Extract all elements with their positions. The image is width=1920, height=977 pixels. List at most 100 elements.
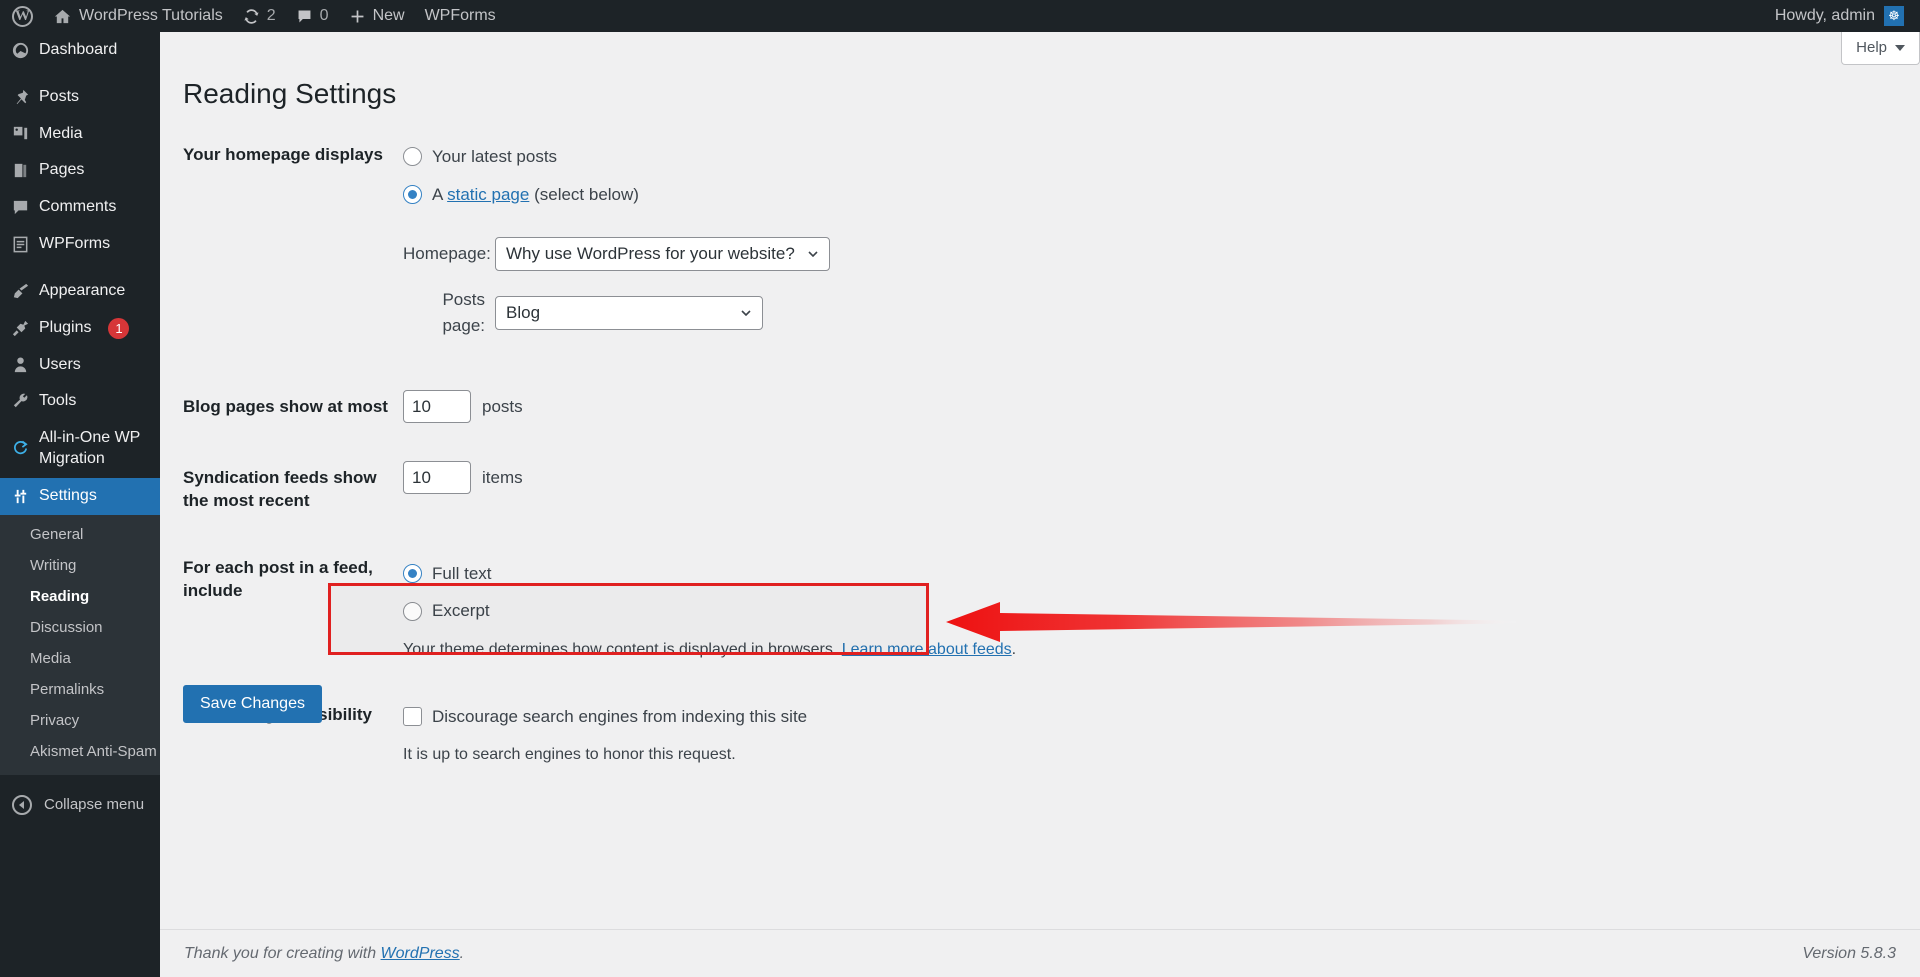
- reading-settings-form: Your homepage displays Your latest posts…: [183, 120, 1883, 785]
- field-blog-pages: 10 posts: [403, 372, 1183, 443]
- sidebar-item-label: Plugins: [39, 318, 92, 336]
- syndication-unit: items: [482, 467, 523, 487]
- sidebar-item-plugins[interactable]: Plugins 1: [0, 310, 160, 347]
- new-label: New: [372, 7, 405, 24]
- row-search-engine-visibility: Search engine visibility Discourage sear…: [183, 680, 1183, 786]
- chevron-down-icon: [808, 251, 818, 257]
- label-blog-pages: Blog pages show at most: [183, 397, 388, 416]
- menu-separator: [0, 69, 160, 79]
- home-icon: [53, 7, 72, 26]
- static-page-link[interactable]: static page: [447, 185, 529, 204]
- new-content-menu[interactable]: New: [339, 0, 415, 32]
- help-button[interactable]: Help: [1841, 32, 1920, 65]
- feed-hint-end: .: [1011, 640, 1017, 658]
- label-syndication-feeds: Syndication feeds show the most recent: [183, 467, 377, 510]
- content-area: Help Reading Settings Your homepage disp…: [160, 32, 1920, 977]
- sidebar-item-pages[interactable]: Pages: [0, 152, 160, 189]
- submenu-item-media[interactable]: Media: [0, 643, 160, 674]
- chevron-down-icon: [1895, 44, 1905, 51]
- account-menu[interactable]: Howdy, admin ☸: [1765, 0, 1920, 32]
- submenu-item-privacy[interactable]: Privacy: [0, 705, 160, 736]
- sidebar-item-settings[interactable]: Settings: [0, 477, 160, 515]
- radio-icon-selected: [403, 564, 422, 584]
- page-icon: [10, 161, 30, 181]
- save-changes-button[interactable]: Save Changes: [183, 685, 322, 724]
- updates-icon: [243, 8, 260, 25]
- sidebar-item-users[interactable]: Users: [0, 347, 160, 384]
- settings-table: Your homepage displays Your latest posts…: [183, 120, 1183, 785]
- sidebar-item-all-in-one-wp-migration[interactable]: All-in-One WP Migration: [0, 420, 160, 478]
- radio-icon: [403, 147, 422, 167]
- homepage-select-label: Homepage:: [403, 244, 491, 264]
- submenu-item-discussion[interactable]: Discussion: [0, 612, 160, 643]
- wpforms-menu[interactable]: WPForms: [415, 0, 506, 32]
- plugins-update-badge: 1: [108, 317, 130, 339]
- site-name-label: WordPress Tutorials: [79, 7, 223, 24]
- admin-footer: Thank you for creating with WordPress. V…: [160, 929, 1920, 977]
- sidebar-item-label: Appearance: [39, 281, 126, 299]
- field-homepage-displays: Your latest posts A static page (select …: [403, 120, 1183, 372]
- comments-count: 0: [319, 7, 329, 24]
- site-name-menu[interactable]: WordPress Tutorials: [43, 0, 233, 32]
- static-prefix: A: [432, 184, 448, 204]
- plus-icon: [349, 8, 366, 25]
- sidebar-item-comments[interactable]: Comments: [0, 189, 160, 226]
- blog-pages-input[interactable]: 10: [403, 390, 471, 423]
- row-syndication-feeds: Syndication feeds show the most recent 1…: [183, 443, 1183, 537]
- red-arrow-annotation: [946, 602, 1516, 642]
- sidebar-item-media[interactable]: Media: [0, 116, 160, 153]
- submenu-item-general[interactable]: General: [0, 519, 160, 550]
- comments-menu[interactable]: 0: [286, 0, 339, 32]
- learn-more-feeds-link[interactable]: Learn more about feeds: [842, 641, 1012, 658]
- wordpress-link[interactable]: WordPress: [381, 945, 460, 962]
- dashboard-icon: [10, 40, 30, 60]
- posts-page-select[interactable]: Blog: [495, 295, 763, 330]
- menu-separator: [0, 263, 160, 273]
- collapse-arrow-icon: [12, 794, 32, 815]
- submenu-item-permalinks[interactable]: Permalinks: [0, 674, 160, 705]
- sidebar-item-posts[interactable]: Posts: [0, 79, 160, 116]
- checkbox-icon: [403, 707, 422, 727]
- sidebar-item-appearance[interactable]: Appearance: [0, 273, 160, 310]
- admin-bar: W WordPress Tutorials 2 0 New WPForms Ho…: [0, 0, 1920, 32]
- submenu-item-writing[interactable]: Writing: [0, 550, 160, 581]
- radio-latest-posts[interactable]: Your latest posts: [403, 144, 1171, 170]
- page-title: Reading Settings: [183, 77, 397, 109]
- radio-latest-posts-label: Your latest posts: [432, 147, 558, 166]
- chevron-down-icon: [741, 309, 751, 316]
- footer-thanks-end: .: [459, 944, 465, 962]
- pin-icon: [10, 87, 30, 107]
- submenu-item-akismet-anti-spam[interactable]: Akismet Anti-Spam: [0, 736, 160, 767]
- sidebar-item-wpforms[interactable]: WPForms: [0, 226, 160, 263]
- sidebar-item-dashboard[interactable]: Dashboard: [0, 32, 160, 69]
- radio-icon: [403, 601, 422, 621]
- syndication-input[interactable]: 10: [403, 460, 471, 494]
- radio-full-text[interactable]: Full text: [403, 561, 1171, 587]
- sidebar-item-label: Dashboard: [39, 41, 118, 58]
- wp-logo-menu[interactable]: W: [0, 0, 43, 32]
- howdy-label: Howdy, admin: [1774, 7, 1875, 24]
- blog-pages-unit: posts: [482, 396, 523, 416]
- radio-static-page[interactable]: A static page (select below): [403, 182, 1171, 208]
- checkbox-discourage-search-engines[interactable]: Discourage search engines from indexing …: [403, 704, 1171, 730]
- homepage-select[interactable]: Why use WordPress for your website?: [495, 237, 830, 271]
- sidebar-item-label: Pages: [39, 161, 85, 179]
- submenu-item-reading[interactable]: Reading: [0, 581, 160, 612]
- wpforms-icon: [10, 234, 30, 254]
- label-feed-include: For each post in a feed, include: [183, 557, 373, 600]
- avatar: ☸: [1884, 6, 1904, 26]
- field-search-engine-visibility: Discourage search engines from indexing …: [403, 680, 1183, 786]
- row-homepage-displays: Your homepage displays Your latest posts…: [183, 120, 1183, 372]
- collapse-menu-button[interactable]: Collapse menu: [0, 783, 160, 827]
- sidebar-item-label: Posts: [39, 87, 80, 105]
- sidebar-item-tools[interactable]: Tools: [0, 383, 160, 420]
- migration-icon: [10, 439, 30, 459]
- posts-page-select-label: Posts page:: [442, 290, 485, 335]
- sidebar-item-label: Comments: [39, 198, 117, 216]
- sidebar-item-label: Tools: [39, 392, 77, 410]
- sidebar-item-label: Media: [39, 124, 83, 142]
- field-syndication-feeds: 10 items: [403, 443, 1183, 537]
- updates-menu[interactable]: 2: [233, 0, 286, 32]
- checkbox-label: Discourage search engines from indexing …: [432, 706, 808, 726]
- radio-icon-selected: [403, 184, 422, 204]
